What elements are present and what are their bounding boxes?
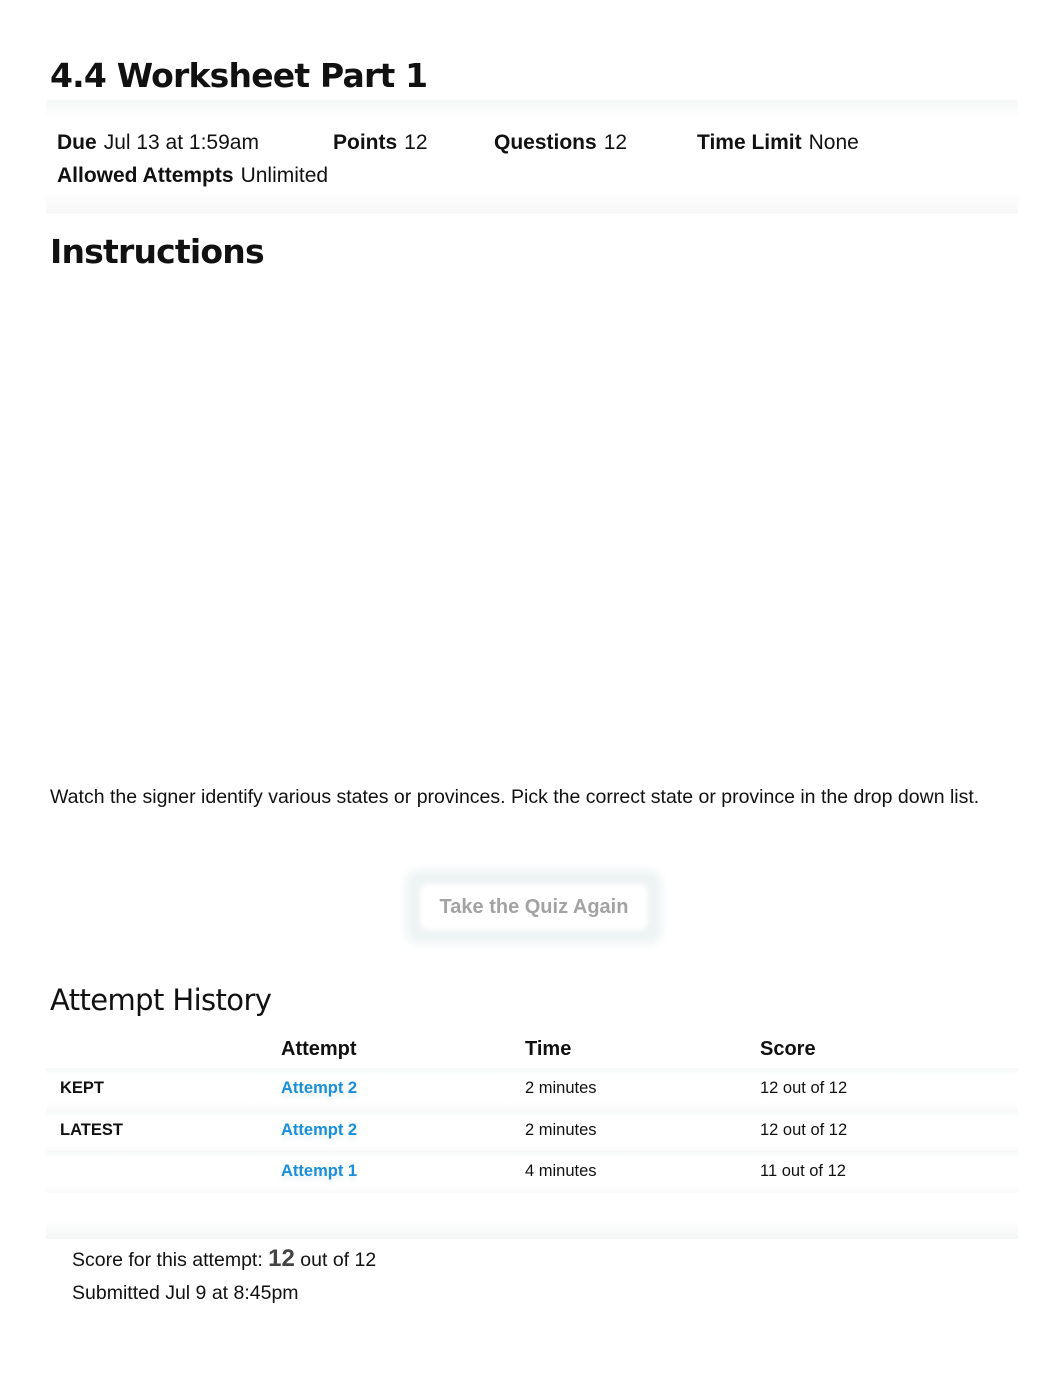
time-limit-value: None bbox=[808, 131, 859, 154]
attempt-time: 2 minutes bbox=[525, 1079, 597, 1098]
quiz-details-row-2: Allowed Attempts Unlimited bbox=[57, 159, 997, 192]
quiz-details-row-1: Due Jul 13 at 1:59am Points 12 Questions… bbox=[57, 126, 997, 159]
column-header-attempt: Attempt bbox=[281, 1037, 357, 1060]
due-date: Due Jul 13 at 1:59am bbox=[57, 126, 333, 159]
allowed-attempts-value: Unlimited bbox=[240, 164, 329, 187]
questions: Questions 12 bbox=[494, 126, 697, 159]
quiz-details: Due Jul 13 at 1:59am Points 12 Questions… bbox=[57, 126, 997, 192]
column-header-status bbox=[46, 1030, 281, 1068]
attempt-cell: Attempt 2 bbox=[281, 1068, 525, 1110]
points-value: 12 bbox=[404, 131, 428, 154]
instructions-text: Watch the signer identify various states… bbox=[50, 786, 980, 808]
points: Points 12 bbox=[333, 126, 494, 159]
attempt-cell: Attempt 1 bbox=[281, 1151, 525, 1193]
due-value: Jul 13 at 1:59am bbox=[103, 131, 259, 154]
instructions-heading: Instructions bbox=[50, 232, 265, 271]
attempt-history-table: Attempt Time Score KEPT Attempt 2 2 minu… bbox=[46, 1030, 1018, 1239]
score-prefix: Score for this attempt: bbox=[72, 1249, 263, 1271]
attempt-cell: Attempt 2 bbox=[281, 1110, 525, 1152]
take-quiz-again-container: Take the Quiz Again bbox=[412, 876, 656, 938]
attempt-link[interactable]: Attempt 2 bbox=[281, 1121, 357, 1139]
points-label: Points bbox=[333, 131, 398, 154]
attempt-link[interactable]: Attempt 1 bbox=[281, 1162, 357, 1180]
time-limit-label: Time Limit bbox=[697, 131, 802, 154]
questions-label: Questions bbox=[494, 131, 597, 154]
table-spacer bbox=[46, 1192, 1018, 1239]
table-header-row: Attempt Time Score bbox=[46, 1030, 1018, 1068]
score-value: 12 bbox=[268, 1245, 295, 1272]
attempt-time: 2 minutes bbox=[525, 1120, 597, 1139]
table-row: KEPT Attempt 2 2 minutes 12 out of 12 bbox=[46, 1068, 1018, 1110]
attempt-history-heading: Attempt History bbox=[50, 983, 272, 1017]
allowed-attempts: Allowed Attempts Unlimited bbox=[57, 159, 328, 192]
attempt-time: 4 minutes bbox=[525, 1162, 597, 1181]
submitted-time: Submitted Jul 9 at 8:45pm bbox=[72, 1282, 299, 1304]
page-title: 4.4 Worksheet Part 1 bbox=[50, 56, 428, 95]
attempt-score: 11 out of 12 bbox=[760, 1162, 846, 1181]
allowed-attempts-label: Allowed Attempts bbox=[57, 164, 234, 187]
column-header-time: Time bbox=[525, 1037, 572, 1060]
time-limit: Time Limit None bbox=[697, 126, 859, 159]
attempt-score: 12 out of 12 bbox=[760, 1079, 848, 1098]
table-row: Attempt 1 4 minutes 11 out of 12 bbox=[46, 1151, 1018, 1193]
score-summary: Score for this attempt: 12 out of 12 Sub… bbox=[72, 1242, 376, 1310]
table-spacer-row bbox=[46, 1192, 1018, 1239]
attempt-link[interactable]: Attempt 2 bbox=[281, 1079, 357, 1097]
due-label: Due bbox=[57, 131, 97, 154]
table-row: LATEST Attempt 2 2 minutes 12 out of 12 bbox=[46, 1109, 1018, 1152]
column-header-score: Score bbox=[760, 1037, 816, 1060]
instructions-media-area bbox=[50, 290, 1010, 760]
attempt-status bbox=[46, 1151, 281, 1193]
attempt-status: KEPT bbox=[60, 1079, 105, 1098]
questions-value: 12 bbox=[603, 131, 628, 154]
attempt-status: LATEST bbox=[60, 1120, 123, 1139]
attempt-score: 12 out of 12 bbox=[760, 1120, 848, 1139]
score-suffix: out of 12 bbox=[300, 1249, 377, 1271]
take-quiz-again-button[interactable]: Take the Quiz Again bbox=[424, 888, 644, 926]
score-line: Score for this attempt: 12 out of 12 bbox=[72, 1242, 376, 1277]
